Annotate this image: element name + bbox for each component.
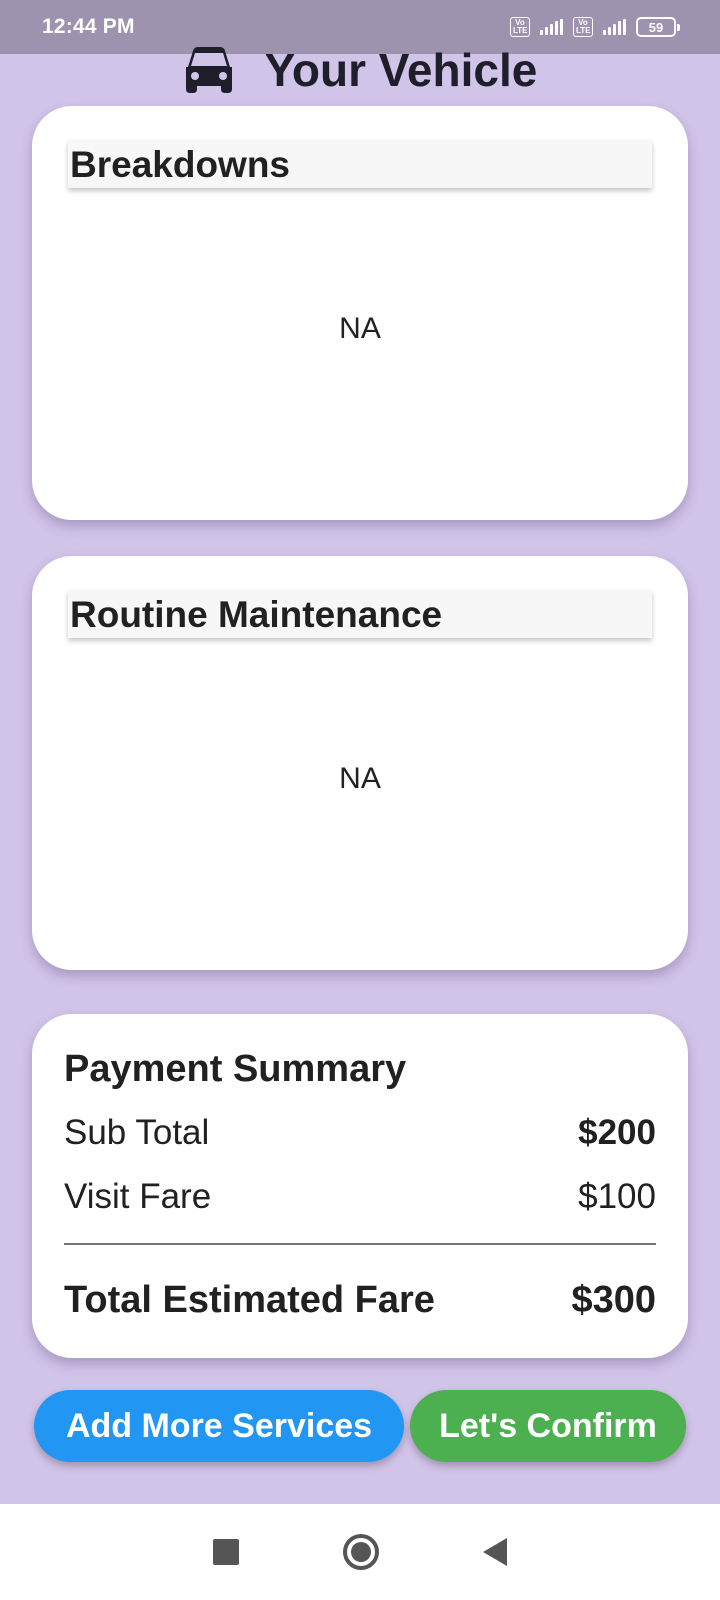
maintenance-title: Routine Maintenance (68, 590, 652, 638)
page-header: Your Vehicle (0, 40, 720, 100)
visit-fare-row: Visit Fare $100 (64, 1177, 656, 1217)
total-label: Total Estimated Fare (64, 1279, 435, 1321)
maintenance-content: NA (339, 762, 381, 795)
divider (64, 1243, 656, 1245)
sub-total-row: Sub Total $200 (64, 1113, 656, 1153)
breakdowns-title: Breakdowns (68, 140, 652, 188)
total-row: Total Estimated Fare $300 (64, 1279, 656, 1322)
signal-icon (603, 19, 626, 35)
car-icon (185, 47, 232, 93)
status-icons: Vo LTE Vo LTE 59 (510, 17, 680, 37)
volte-icon: Vo LTE (510, 17, 530, 37)
total-value: $300 (571, 1279, 656, 1321)
home-icon[interactable] (343, 1534, 379, 1570)
payment-summary-card: Payment Summary Sub Total $200 Visit Far… (32, 1014, 688, 1358)
maintenance-card: Routine Maintenance NA (32, 556, 688, 970)
visit-fare-label: Visit Fare (64, 1177, 212, 1216)
breakdowns-card: Breakdowns NA (32, 106, 688, 520)
back-icon[interactable] (483, 1538, 507, 1566)
confirm-button[interactable]: Let's Confirm (410, 1390, 686, 1462)
signal-icon (540, 19, 563, 35)
breakdowns-content: NA (339, 312, 381, 345)
page-title: Your Vehicle (264, 44, 538, 96)
system-nav-bar (0, 1504, 720, 1600)
recents-icon[interactable] (213, 1539, 239, 1565)
sub-total-label: Sub Total (64, 1113, 210, 1152)
sub-total-value: $200 (578, 1113, 656, 1152)
add-more-services-button[interactable]: Add More Services (34, 1390, 404, 1462)
volte-icon: Vo LTE (573, 17, 593, 37)
payment-summary-title: Payment Summary (64, 1048, 407, 1090)
status-time: 12:44 PM (42, 15, 135, 38)
visit-fare-value: $100 (578, 1177, 656, 1216)
battery-icon: 59 (636, 17, 680, 37)
